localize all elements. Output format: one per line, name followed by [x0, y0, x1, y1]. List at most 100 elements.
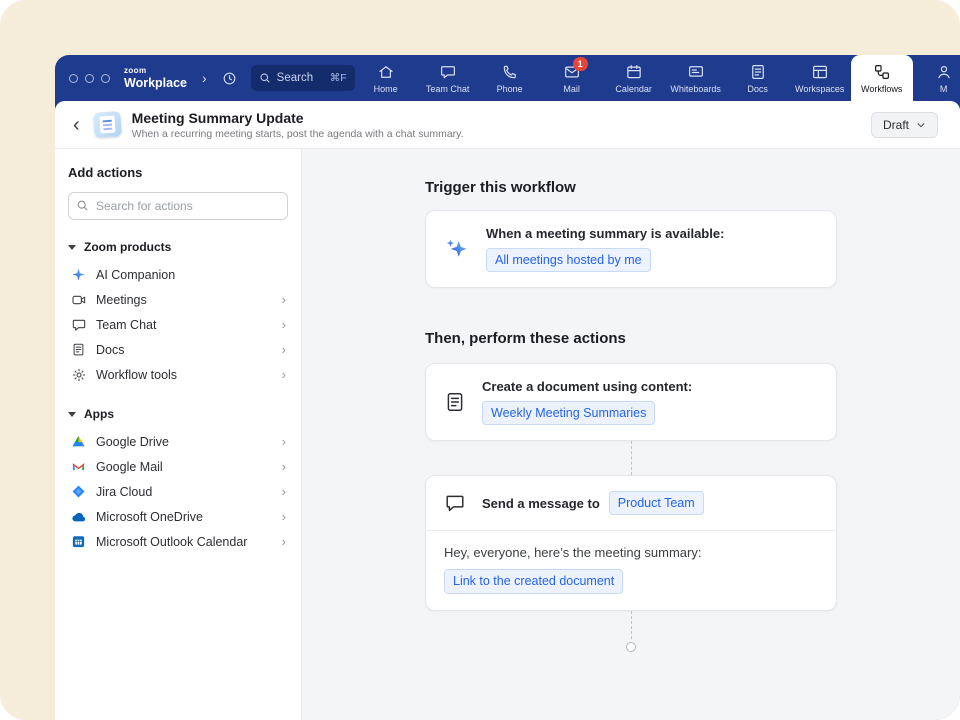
- nav-tab-label: Docs: [747, 84, 768, 94]
- logo-zoom-text: zoom: [124, 67, 187, 75]
- nav-tab-team-chat[interactable]: Team Chat: [417, 55, 479, 101]
- nav-tab-mail[interactable]: 1 Mail: [541, 55, 603, 101]
- outlook-calendar-icon: [70, 534, 87, 549]
- workflows-icon: [873, 63, 891, 81]
- sidebar-item-label: Microsoft Outlook Calendar: [96, 535, 247, 549]
- sidebar-item-label: Workflow tools: [96, 368, 177, 382]
- chevron-right-icon: ›: [282, 509, 286, 524]
- caret-down-icon: [68, 412, 76, 417]
- send-message-text: Send a message to: [482, 496, 600, 511]
- trigger-scope-tag[interactable]: All meetings hosted by me: [486, 248, 651, 272]
- message-recipient-tag[interactable]: Product Team: [609, 491, 704, 515]
- draft-status-dropdown[interactable]: Draft: [871, 112, 938, 138]
- section-apps[interactable]: Apps: [68, 407, 288, 421]
- actions-sidebar: Add actions Zoom products: [55, 149, 302, 720]
- trigger-card[interactable]: When a meeting summary is available: All…: [425, 210, 837, 288]
- gmail-icon: [70, 459, 87, 474]
- sidebar-item-docs[interactable]: Docs ›: [68, 337, 288, 362]
- trigger-heading: Trigger this workflow: [425, 179, 837, 196]
- ai-companion-icon: [70, 267, 87, 282]
- window-controls: [69, 74, 110, 83]
- sidebar-item-label: Meetings: [96, 293, 147, 307]
- workflow-subtitle: When a recurring meeting starts, post th…: [132, 128, 464, 140]
- nav-tab-home[interactable]: Home: [355, 55, 417, 101]
- search-icon: [259, 72, 271, 84]
- nav-forward-chevron-icon[interactable]: ›: [202, 70, 207, 86]
- sidebar-item-team-chat[interactable]: Team Chat ›: [68, 312, 288, 337]
- nav-tab-calendar[interactable]: Calendar: [603, 55, 665, 101]
- back-button[interactable]: ‹: [73, 115, 80, 135]
- nav-tab-label: Phone: [497, 84, 523, 94]
- nav-tab-label: Home: [374, 84, 398, 94]
- send-message-card[interactable]: Send a message to Product Team Hey, ever…: [425, 475, 837, 610]
- chevron-right-icon: ›: [282, 317, 286, 332]
- ai-sparkle-icon: [444, 236, 470, 262]
- logo-workplace-text: Workplace: [124, 77, 187, 90]
- nav-tab-label: Whiteboards: [670, 84, 721, 94]
- chevron-right-icon: ›: [282, 367, 286, 382]
- workflow-title: Meeting Summary Update: [132, 110, 464, 126]
- create-document-card[interactable]: Create a document using content: Weekly …: [425, 363, 837, 441]
- chevron-right-icon: ›: [282, 484, 286, 499]
- workflow-canvas: Trigger this workflow When a meeting sum…: [302, 149, 960, 720]
- message-link-tag[interactable]: Link to the created document: [444, 569, 623, 593]
- chevron-right-icon: ›: [282, 292, 286, 307]
- section-zoom-products[interactable]: Zoom products: [68, 240, 288, 254]
- workflow-header: ‹ Meeting Summary Update When a recurrin…: [55, 101, 960, 149]
- nav-tab-workflows[interactable]: Workflows: [851, 55, 913, 101]
- sidebar-item-label: Google Mail: [96, 460, 163, 474]
- trigger-text: When a meeting summary is available:: [486, 226, 724, 241]
- search-label: Search: [277, 72, 313, 84]
- dashed-connector-line: [631, 441, 632, 475]
- create-document-text: Create a document using content:: [482, 379, 692, 394]
- document-icon: [444, 391, 466, 413]
- chevron-right-icon: ›: [282, 342, 286, 357]
- sidebar-item-workflow-tools[interactable]: Workflow tools ›: [68, 362, 288, 387]
- jira-icon: [70, 484, 87, 499]
- gear-icon: [70, 367, 87, 383]
- calendar-icon: [625, 63, 643, 81]
- mail-unread-badge: 1: [573, 57, 588, 71]
- sidebar-item-microsoft-outlook-calendar[interactable]: Microsoft Outlook Calendar ›: [68, 529, 288, 554]
- sidebar-item-ai-companion[interactable]: AI Companion: [68, 262, 288, 287]
- nav-tab-docs[interactable]: Docs: [727, 55, 789, 101]
- window-close-button[interactable]: [69, 74, 78, 83]
- sidebar-item-label: Docs: [96, 343, 124, 357]
- history-icon: [221, 70, 238, 87]
- history-button[interactable]: [221, 70, 238, 87]
- sidebar-item-label: Microsoft OneDrive: [96, 510, 203, 524]
- top-navbar: zoom Workplace › Search ⌘F Home Team Cha: [55, 55, 960, 101]
- sidebar-item-jira-cloud[interactable]: Jira Cloud ›: [68, 479, 288, 504]
- onedrive-icon: [70, 509, 87, 525]
- google-drive-icon: [70, 434, 87, 449]
- workflow-body: Add actions Zoom products: [55, 149, 960, 720]
- sidebar-heading: Add actions: [68, 165, 288, 180]
- caret-down-icon: [68, 245, 76, 250]
- nav-tab-workspaces[interactable]: Workspaces: [789, 55, 851, 101]
- actions-search-input[interactable]: [68, 192, 288, 220]
- document-icon: [70, 342, 87, 357]
- actions-heading: Then, perform these actions: [425, 330, 837, 347]
- document-content-tag[interactable]: Weekly Meeting Summaries: [482, 401, 655, 425]
- workflow-titles: Meeting Summary Update When a recurring …: [132, 110, 464, 140]
- sidebar-item-meetings[interactable]: Meetings ›: [68, 287, 288, 312]
- connector: [425, 441, 837, 475]
- nav-tab-more-clipped[interactable]: M: [913, 55, 960, 101]
- sidebar-item-google-mail[interactable]: Google Mail ›: [68, 454, 288, 479]
- sidebar-item-google-drive[interactable]: Google Drive ›: [68, 429, 288, 454]
- workspaces-icon: [811, 63, 829, 81]
- global-search-button[interactable]: Search ⌘F: [251, 65, 355, 91]
- message-bubble-icon: [444, 492, 466, 514]
- actions-search: [68, 192, 288, 220]
- dashed-connector-line: [631, 611, 632, 639]
- sidebar-item-microsoft-onedrive[interactable]: Microsoft OneDrive ›: [68, 504, 288, 529]
- nav-tab-phone[interactable]: Phone: [479, 55, 541, 101]
- window-minimize-button[interactable]: [85, 74, 94, 83]
- contacts-icon: [935, 63, 953, 81]
- window-zoom-button[interactable]: [101, 74, 110, 83]
- nav-tab-whiteboards[interactable]: Whiteboards: [665, 55, 727, 101]
- team-chat-icon: [439, 63, 457, 81]
- zoom-workplace-window: zoom Workplace › Search ⌘F Home Team Cha: [55, 55, 960, 720]
- search-shortcut: ⌘F: [330, 72, 347, 84]
- sidebar-item-label: AI Companion: [96, 268, 175, 282]
